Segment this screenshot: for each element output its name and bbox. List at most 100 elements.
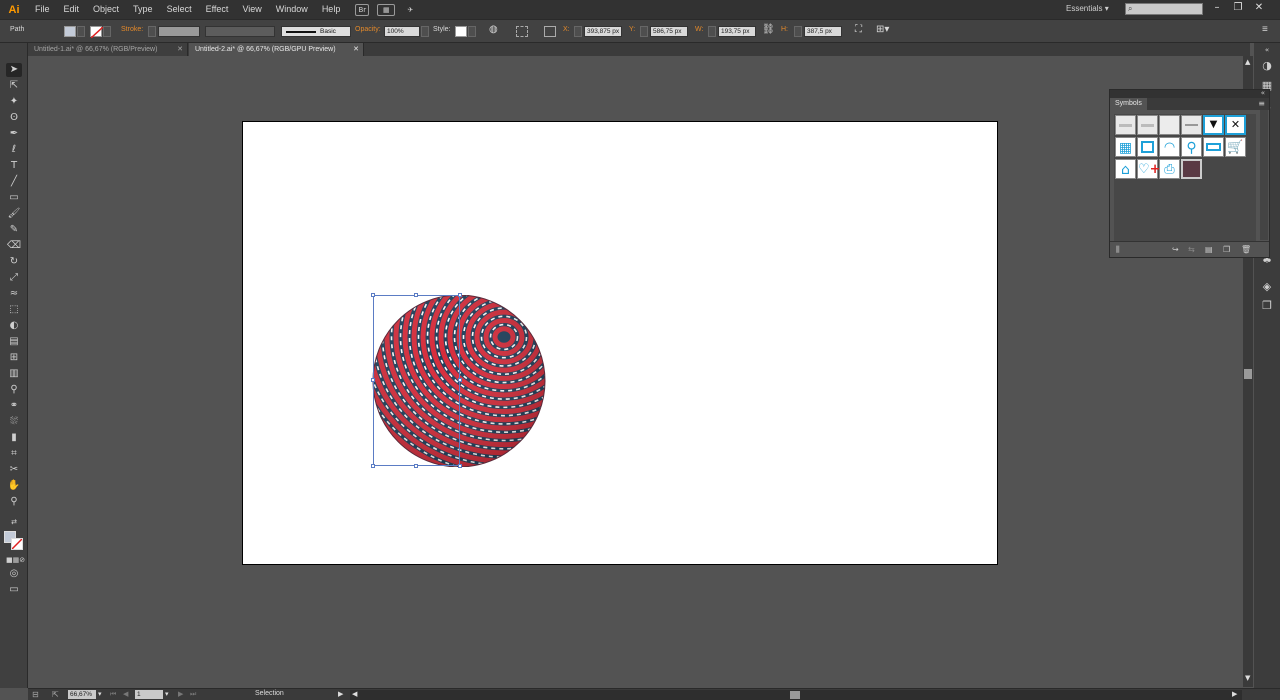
line-tool-icon[interactable]: ╱ [6, 175, 22, 189]
artboard-number-input[interactable]: 1 [135, 690, 163, 699]
scroll-up-icon[interactable]: ▲ [1245, 58, 1250, 66]
rss-feed-icon[interactable]: ◠ [1159, 137, 1180, 157]
x-stepper[interactable] [574, 26, 582, 37]
delete-symbol-icon[interactable]: 🗑 [1241, 245, 1251, 254]
stroke-dropdown[interactable] [103, 26, 111, 37]
next-artboard-icon[interactable]: ▶ [178, 690, 183, 698]
w-input[interactable]: 193,75 px [718, 26, 756, 37]
scroll-down-icon[interactable]: ▼ [1245, 674, 1250, 682]
brush-definition[interactable]: Basic [281, 26, 351, 37]
lasso-tool-icon[interactable]: ʘ [6, 111, 22, 125]
bridge-button[interactable]: Br [355, 3, 370, 16]
color-modes-icon[interactable]: ■▦⊘ [6, 553, 25, 567]
status-menu-icon[interactable]: ▶ [338, 690, 343, 698]
isolate-icon[interactable]: ⛶ [855, 24, 862, 35]
tab-symbols[interactable]: Symbols [1110, 98, 1147, 110]
variable-width-profile[interactable] [205, 26, 275, 37]
close-x-icon[interactable]: ✕ [1225, 115, 1246, 135]
arrange-documents-icon[interactable]: ▦ [377, 3, 396, 16]
artboard[interactable] [242, 121, 998, 565]
hand-tool-icon[interactable]: ✋ [6, 479, 22, 493]
selection-tool-icon[interactable]: ➤ [6, 63, 22, 77]
graphic-style-dropdown[interactable] [468, 26, 476, 37]
window-frame-icon[interactable] [1137, 137, 1158, 157]
resize-handle[interactable] [371, 378, 375, 382]
eyedropper-tool-icon[interactable]: ⚲ [6, 383, 22, 397]
symbol-button-bar-4[interactable] [1181, 115, 1202, 135]
w-stepper[interactable] [708, 26, 716, 37]
swap-fill-stroke-icon[interactable]: ⇄ [6, 515, 22, 529]
mesh-tool-icon[interactable]: ⊞ [6, 351, 22, 365]
symbol-button-bar-2[interactable] [1137, 115, 1158, 135]
export-icon[interactable]: ⇱ [52, 690, 59, 699]
tab-untitled-1[interactable]: Untitled-1.ai* @ 66,67% (RGB/Preview) ✕ [28, 43, 188, 56]
workspace-switcher[interactable]: Essentials ▾ [1066, 4, 1109, 13]
x-input[interactable]: 393,875 px [584, 26, 622, 37]
first-artboard-icon[interactable]: ⏮ [110, 690, 116, 699]
menu-file[interactable]: File [28, 0, 57, 19]
stroke-label[interactable]: Stroke: [121, 26, 143, 33]
dock-collapse-icon[interactable]: « [1260, 43, 1274, 57]
screen-mode-icon[interactable]: ▭ [6, 583, 22, 597]
perspective-grid-tool-icon[interactable]: ▤ [6, 335, 22, 349]
vertical-scroll-thumb[interactable] [1244, 369, 1252, 379]
curvature-tool-icon[interactable]: ℓ [6, 143, 22, 157]
constrain-proportions-icon[interactable]: ⛓ [762, 24, 775, 35]
menu-effect[interactable]: Effect [199, 0, 236, 19]
fill-dropdown[interactable] [77, 26, 85, 37]
resize-handle[interactable] [458, 464, 462, 468]
opacity-arrow[interactable] [421, 26, 429, 37]
layers-panel-icon[interactable]: ◈ [1260, 280, 1274, 294]
magic-wand-tool-icon[interactable]: ✦ [6, 95, 22, 109]
menu-object[interactable]: Object [86, 0, 126, 19]
shopping-cart-icon[interactable]: 🛒 [1225, 137, 1246, 157]
scale-tool-icon[interactable]: ⤢ [6, 271, 22, 285]
panel-header[interactable]: « [1110, 89, 1269, 98]
symbol-options-icon[interactable]: ▤ [1205, 245, 1213, 254]
artboard-tool-icon[interactable]: ⌗ [6, 447, 22, 461]
search-input[interactable]: ⌕ [1125, 3, 1203, 15]
h-input[interactable]: 387,5 px [804, 26, 842, 37]
shape-builder-tool-icon[interactable]: ◐ [6, 319, 22, 333]
warp-tool-icon[interactable]: ≈ [6, 287, 22, 301]
h-stepper[interactable] [794, 26, 802, 37]
artboards-panel-icon[interactable]: ❐ [1260, 299, 1274, 313]
maximize-button[interactable]: ❐ [1231, 2, 1245, 14]
eraser-tool-icon[interactable]: ⌫ [6, 239, 22, 253]
favorite-add-icon[interactable]: ♡+ [1137, 159, 1161, 179]
rotate-tool-icon[interactable]: ↻ [6, 255, 22, 269]
opacity-label[interactable]: Opacity: [355, 26, 381, 33]
artboard-dropdown-icon[interactable]: ▾ [165, 690, 169, 698]
y-stepper[interactable] [640, 26, 648, 37]
scroll-right-icon[interactable]: ▶ [1232, 690, 1237, 698]
printer-icon[interactable]: ⎙ [1159, 159, 1180, 179]
resize-handle[interactable] [458, 293, 462, 297]
fill-swatch[interactable] [64, 26, 76, 37]
close-window-button[interactable]: ✕ [1252, 2, 1266, 14]
type-tool-icon[interactable]: T [6, 159, 22, 173]
panel-menu-icon[interactable]: ≡ [1258, 99, 1265, 108]
tab-untitled-2[interactable]: Untitled-2.ai* @ 66,67% (RGB/GPU Preview… [189, 43, 364, 56]
zoom-input[interactable]: 66,67% [68, 690, 96, 699]
stroke-weight-field[interactable] [158, 26, 200, 37]
resize-handle[interactable] [371, 293, 375, 297]
graphic-style-swatch[interactable] [455, 26, 467, 37]
zoom-tool-icon[interactable]: ⚲ [6, 495, 22, 509]
gpu-performance-icon[interactable]: ✈ [403, 4, 417, 16]
symbol-button-bar-1[interactable] [1115, 115, 1136, 135]
calendar-icon[interactable]: ▦ [1115, 137, 1136, 157]
menu-select[interactable]: Select [160, 0, 199, 19]
last-artboard-icon[interactable]: ⏭ [190, 690, 196, 699]
symbol-libraries-icon[interactable]: ⫼ [1116, 245, 1120, 255]
align-icon[interactable]: ⊞▾ [876, 24, 889, 35]
gradient-tool-icon[interactable]: ▥ [6, 367, 22, 381]
previous-artboard-icon[interactable]: ◀ [123, 690, 128, 698]
stroke-color-swatch[interactable] [11, 538, 23, 550]
close-icon[interactable]: ✕ [353, 43, 359, 56]
slice-tool-icon[interactable]: ✂ [6, 463, 22, 477]
stroke-weight-stepper[interactable] [148, 26, 156, 37]
close-icon[interactable]: ✕ [177, 43, 183, 56]
new-symbol-icon[interactable]: ❐ [1223, 245, 1230, 254]
opacity-input[interactable]: 100% [384, 26, 420, 37]
artboard-navigation-icon[interactable]: ⊟ [32, 690, 39, 699]
